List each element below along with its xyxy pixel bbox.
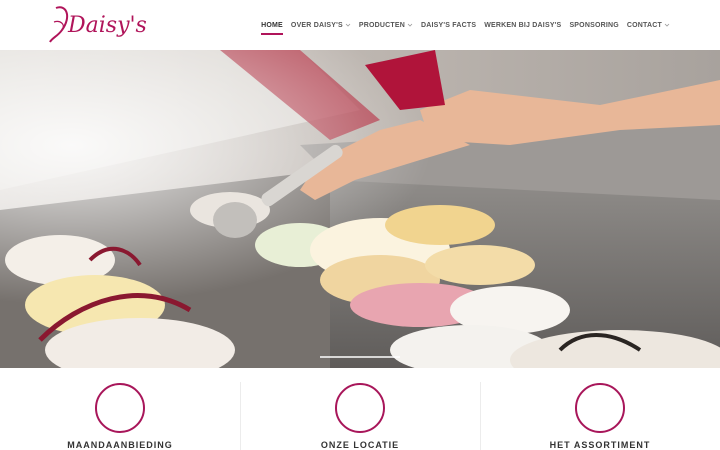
site-header: Daisy's HOME OVER DAISY'S PRODUCTEN DAIS…	[0, 0, 720, 50]
chevron-down-icon	[407, 22, 413, 28]
nav-item-label: SPONSORING	[569, 22, 619, 29]
nav-item-werken-bij-daisys[interactable]: WERKEN BIJ DAISY'S	[480, 22, 565, 42]
nav-item-label: WERKEN BIJ DAISY'S	[484, 22, 562, 29]
feature-row: MAANDAANBIEDING ONZE LOCATIE HET ASSORTI…	[0, 368, 720, 450]
nav-item-label: OVER DAISY'S	[290, 22, 343, 29]
nav-item-label: HOME	[261, 22, 283, 35]
chevron-down-icon	[664, 22, 670, 28]
nav-item-label: PRODUCTEN	[358, 22, 405, 29]
nav-item-sponsoring[interactable]: SPONSORING	[565, 22, 622, 42]
feature-title: MAANDAANBIEDING	[67, 440, 173, 450]
feature-title: ONZE LOCATIE	[320, 440, 400, 450]
nav-item-producten[interactable]: PRODUCTEN	[355, 22, 417, 42]
hero-image	[0, 50, 720, 368]
logo-text: Daisy's	[67, 13, 146, 38]
daisys-logo[interactable]: Daisy's	[46, 2, 147, 46]
nav-item-contact[interactable]: CONTACT	[623, 22, 674, 42]
circle-outline-icon	[95, 383, 145, 433]
nav-item-label: CONTACT	[626, 22, 662, 29]
nav-item-over-daisys[interactable]: OVER DAISY'S	[287, 22, 355, 42]
chevron-down-icon	[345, 22, 351, 28]
nav-item-daisys-facts[interactable]: DAISY'S FACTS	[417, 22, 480, 42]
circle-outline-icon	[335, 383, 385, 433]
nav-item-home[interactable]: HOME	[257, 22, 287, 42]
feature-het-assortiment[interactable]: HET ASSORTIMENT	[480, 368, 720, 450]
hero-slider[interactable]	[0, 50, 720, 368]
main-navigation: HOME OVER DAISY'S PRODUCTEN DAISY'S FACT…	[257, 22, 674, 42]
feature-onze-locatie[interactable]: ONZE LOCATIE	[240, 368, 480, 450]
slider-indicator[interactable]	[320, 356, 400, 358]
feature-title: HET ASSORTIMENT	[549, 440, 651, 450]
feature-maandaanbieding[interactable]: MAANDAANBIEDING	[0, 368, 240, 450]
nav-item-label: DAISY'S FACTS	[420, 22, 477, 29]
circle-outline-icon	[575, 383, 625, 433]
